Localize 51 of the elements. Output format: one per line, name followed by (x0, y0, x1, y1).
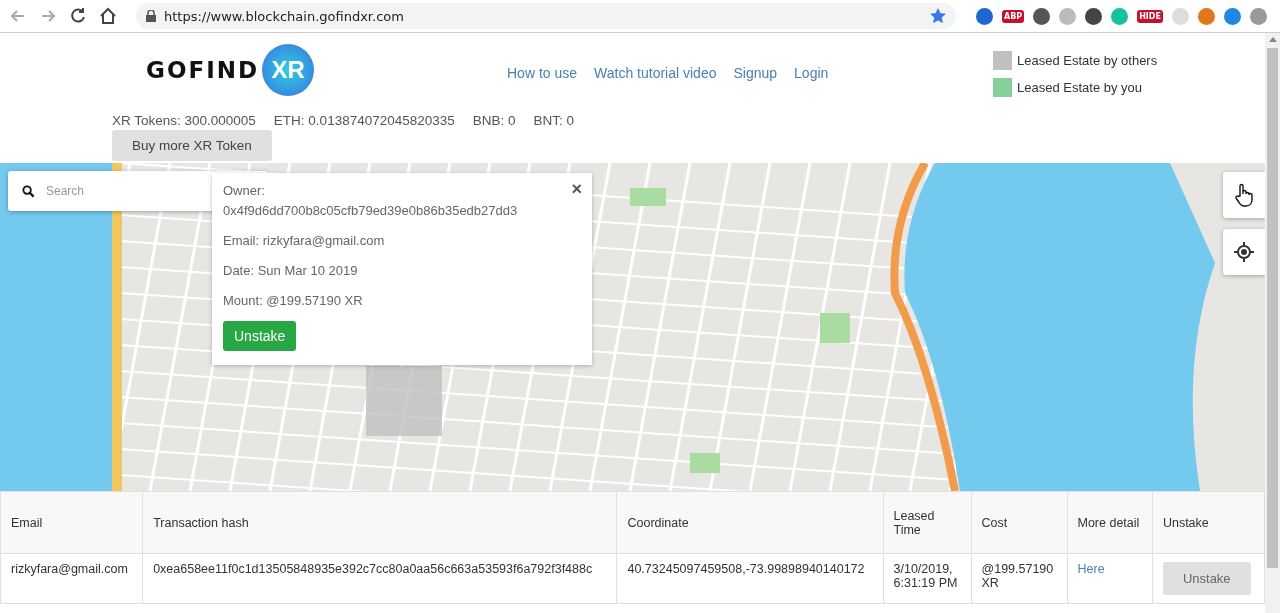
legend-label: Leased Estate by you (1017, 80, 1143, 95)
nav-link[interactable]: Watch tutorial video (594, 65, 717, 83)
balance-text: BNT: 0 (533, 113, 575, 128)
scrollbar-thumb[interactable] (1267, 48, 1278, 568)
logo-badge: XR (262, 44, 315, 96)
leased-estate-marker[interactable] (366, 366, 442, 436)
home-icon[interactable] (98, 6, 118, 26)
column-header: Email (0, 491, 143, 554)
balance-text: BNB: 0 (472, 113, 516, 128)
url-text: https://www.blockchain.gofindxr.com (164, 8, 405, 24)
lock-icon (146, 10, 156, 22)
balance-text: XR Tokens: 300.000005 (112, 113, 256, 128)
scrollbar[interactable] (1265, 33, 1280, 613)
legend-label: Leased Estate by others (1017, 53, 1158, 68)
locate-button[interactable] (1223, 229, 1265, 275)
table-cell: 3/10/2019, 6:31:19 PM (893, 562, 958, 590)
pan-button[interactable] (1223, 172, 1265, 218)
nav-link[interactable]: How to use (507, 65, 578, 83)
close-button[interactable]: × (569, 179, 584, 199)
table-cell: @199.57190 XR (981, 562, 1054, 590)
star-icon[interactable] (930, 8, 946, 24)
column-header: Cost (971, 491, 1067, 554)
reload-icon[interactable] (68, 6, 88, 26)
extension-icon[interactable] (1033, 7, 1051, 25)
extension-badge[interactable]: HIDE (1137, 9, 1163, 23)
hand-pointer-icon (1234, 183, 1254, 207)
search-icon (22, 185, 35, 198)
crosshair-icon (1234, 242, 1254, 262)
column-header: Coordinate (616, 491, 883, 554)
extension-badge[interactable]: ABP (1002, 9, 1025, 23)
owner-label: Owner: (223, 182, 265, 200)
extension-icon[interactable] (1085, 7, 1103, 25)
balance-text: ETH: 0.013874072045820335 (273, 113, 455, 128)
buy-token-button[interactable]: Buy more XR Token (112, 130, 272, 161)
unstake-button[interactable]: Unstake (223, 321, 297, 351)
table-cell: rizkyfara@gmail.com (11, 562, 128, 576)
table-cell: 40.73245097459508,-73.99898940140172 (627, 562, 865, 576)
nav-link[interactable]: Login (794, 65, 829, 83)
column-header: Leased Time (883, 491, 971, 554)
lease-date: Date: Sun Mar 10 2019 (223, 262, 358, 280)
nav-link[interactable]: Signup (733, 65, 778, 83)
column-header: More detail (1067, 491, 1153, 554)
extension-icon[interactable] (976, 7, 993, 25)
logo-wordmark: GOFIND (146, 57, 260, 83)
column-header: Transaction hash (142, 491, 617, 554)
address-bar[interactable]: https://www.blockchain.gofindxr.com (136, 3, 956, 29)
lease-amount: Mount: @199.57190 XR (223, 292, 363, 310)
table-cell: 0xea658ee11f0c1d13505848935e392c7cc80a0aa56c663a53593f6a792f3f488c (153, 562, 593, 576)
scroll-up-icon[interactable] (1268, 37, 1277, 42)
owner-email: Email: rizkyfara@gmail.com (223, 232, 385, 250)
column-header: Unstake (1152, 491, 1265, 554)
